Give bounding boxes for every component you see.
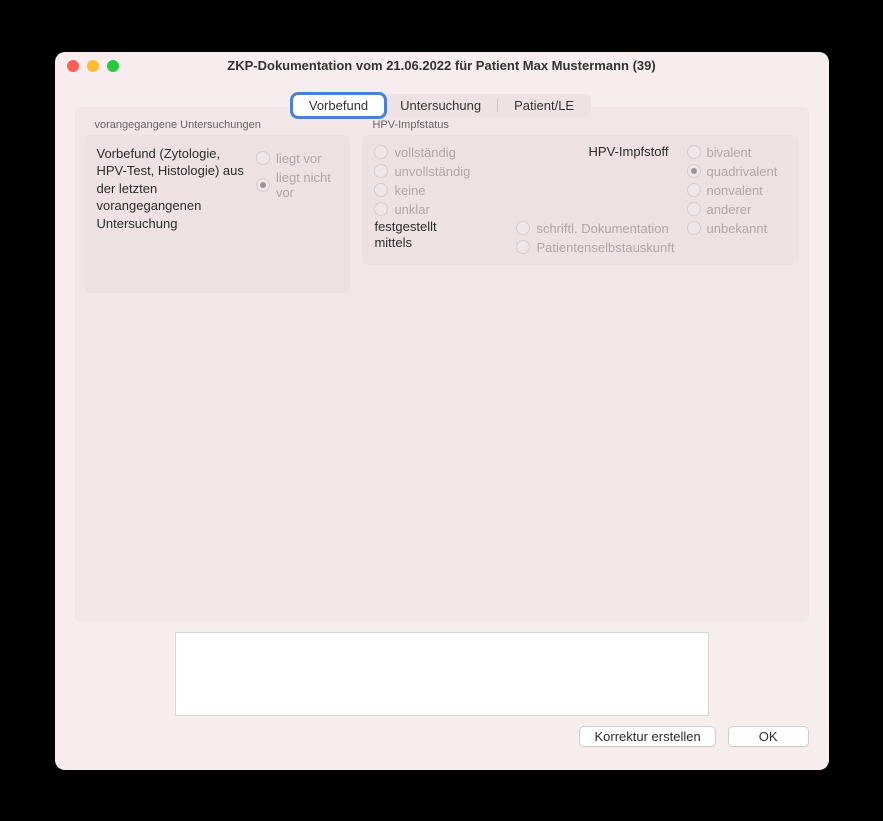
radio-label: anderer [707, 202, 752, 217]
hpv-section-label: HPV-Impfstatus [362, 119, 798, 131]
radio-unvollstaendig[interactable]: unvollständig [374, 164, 504, 179]
previous-section-label: vorangegangene Untersuchungen [85, 119, 351, 131]
radio-icon [687, 164, 701, 178]
radio-label: schriftl. Dokumentation [536, 221, 668, 236]
radio-liegt-vor[interactable]: liegt vor [256, 151, 339, 166]
columns: vorangegangene Untersuchungen Vorbefund … [85, 119, 799, 293]
radio-label: quadrivalent [707, 164, 778, 179]
radio-icon [687, 202, 701, 216]
radio-label: unklar [394, 202, 429, 217]
zoom-icon[interactable] [107, 60, 119, 72]
radio-keine[interactable]: keine [374, 183, 504, 198]
radio-icon [687, 145, 701, 159]
radio-patient-selbst[interactable]: Patientenselbstauskunft [516, 240, 674, 255]
notes-area[interactable] [175, 632, 709, 716]
col-hpv: HPV-Impfstatus vollständig [362, 119, 798, 265]
traffic-lights [67, 60, 119, 72]
festgestellt-radios: schriftl. Dokumentation Patientenselbsta… [516, 221, 674, 255]
window-root: ZKP-Dokumentation vom 21.06.2022 für Pat… [55, 52, 829, 770]
radio-label: bivalent [707, 145, 752, 160]
content: vorangegangene Untersuchungen Vorbefund … [75, 107, 809, 622]
tab-segmented: Vorbefund Untersuchung Patient/LE [292, 94, 591, 117]
radio-label: nonvalent [707, 183, 763, 198]
hpv-grid: vollständig unvollständig keine [374, 145, 786, 255]
radio-anderer[interactable]: anderer [687, 202, 787, 217]
radio-label: liegt nicht vor [276, 170, 339, 200]
radio-vollstaendig[interactable]: vollständig [374, 145, 504, 160]
previous-desc: Vorbefund (Zytologie, HPV-Test, Histolog… [97, 145, 246, 233]
radio-icon [516, 240, 530, 254]
radio-unklar[interactable]: unklar [374, 202, 504, 217]
festgestellt-label: festgestellt mittels [374, 219, 449, 253]
hpv-mid-block: HPV-Impfstoff schriftl. Dokumentation [516, 145, 674, 255]
radio-icon [256, 151, 270, 165]
hpv-status-radios: vollständig unvollständig keine [374, 145, 504, 217]
radio-quadrivalent[interactable]: quadrivalent [687, 164, 787, 179]
radio-icon [374, 202, 388, 216]
radio-label: keine [394, 183, 425, 198]
previous-radio-col: liegt vor liegt nicht vor [256, 151, 339, 233]
titlebar: ZKP-Dokumentation vom 21.06.2022 für Pat… [55, 52, 829, 80]
radio-label: liegt vor [276, 151, 322, 166]
hpv-status-block: vollständig unvollständig keine [374, 145, 504, 255]
footer: Korrektur erstellen OK [55, 726, 829, 763]
radio-label: Patientenselbstauskunft [536, 240, 674, 255]
minimize-icon[interactable] [87, 60, 99, 72]
radio-icon [374, 164, 388, 178]
radio-icon [374, 145, 388, 159]
radio-label: unbekannt [707, 221, 768, 236]
radio-label: vollständig [394, 145, 455, 160]
radio-nonvalent[interactable]: nonvalent [687, 183, 787, 198]
ok-button[interactable]: OK [728, 726, 809, 747]
hpv-impfstoff-heading: HPV-Impfstoff [516, 144, 674, 159]
radio-bivalent[interactable]: bivalent [687, 145, 787, 160]
radio-icon [374, 183, 388, 197]
panel-body: vorangegangene Untersuchungen Vorbefund … [75, 107, 809, 622]
col-previous: vorangegangene Untersuchungen Vorbefund … [85, 119, 351, 293]
previous-row: Vorbefund (Zytologie, HPV-Test, Histolog… [97, 145, 339, 233]
close-icon[interactable] [67, 60, 79, 72]
festgestellt-row: festgestellt mittels [374, 219, 504, 253]
hpv-group: vollständig unvollständig keine [362, 135, 798, 265]
radio-icon [687, 221, 701, 235]
previous-group: Vorbefund (Zytologie, HPV-Test, Histolog… [85, 135, 351, 293]
korrektur-button[interactable]: Korrektur erstellen [579, 726, 715, 747]
radio-liegt-nicht-vor[interactable]: liegt nicht vor [256, 170, 339, 200]
radio-label: unvollständig [394, 164, 470, 179]
radio-unbekannt[interactable]: unbekannt [687, 221, 787, 236]
radio-schriftl[interactable]: schriftl. Dokumentation [516, 221, 674, 236]
radio-icon [516, 221, 530, 235]
radio-icon [687, 183, 701, 197]
hpv-impfstoff-block: bivalent quadrivalent nonvalent [687, 145, 787, 255]
radio-icon [256, 178, 270, 192]
tab-untersuchung[interactable]: Untersuchung [384, 95, 497, 116]
tab-vorbefund[interactable]: Vorbefund [293, 95, 384, 116]
hpv-impfstoff-radios: bivalent quadrivalent nonvalent [687, 145, 787, 236]
tab-patient-le[interactable]: Patient/LE [498, 95, 590, 116]
window-title: ZKP-Dokumentation vom 21.06.2022 für Pat… [55, 58, 829, 73]
